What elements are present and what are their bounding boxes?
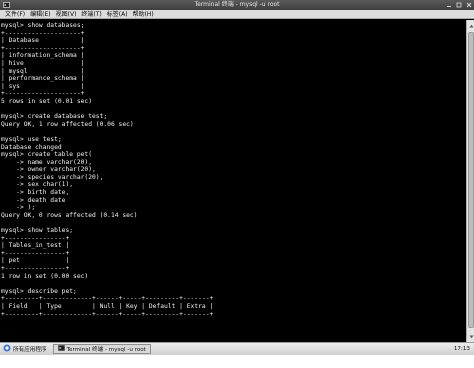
scrollbar-thumb[interactable] bbox=[468, 32, 474, 328]
terminal-line: +----------------+ bbox=[1, 234, 70, 242]
terminal-line: +--------------------+ bbox=[1, 90, 85, 98]
start-menu-label[interactable]: 所有应用程序 bbox=[13, 345, 47, 353]
apps-menu-icon[interactable] bbox=[3, 344, 11, 354]
title-bar[interactable]: Terminal 终端 - mysql -u root bbox=[0, 0, 474, 10]
terminal-line: +----------------+ bbox=[1, 249, 70, 257]
menu-terminal[interactable]: 终端(T) bbox=[79, 10, 104, 18]
terminal-app-icon[interactable] bbox=[2, 1, 10, 9]
terminal-line: | Tables_in_test | bbox=[1, 242, 70, 250]
terminal-window: Terminal 终端 - mysql -u root 文件(F) 编辑(E) … bbox=[0, 0, 474, 368]
terminal-line: | pet | bbox=[1, 257, 70, 265]
terminal-line: +--------------------+ bbox=[1, 44, 85, 52]
terminal-line: Database changed bbox=[1, 143, 62, 151]
taskbar: 所有应用程序 Terminal 终端 - mysql -u root 17:13 bbox=[0, 342, 474, 355]
terminal-line: mysql> show tables; bbox=[1, 227, 74, 235]
scroll-down-icon[interactable] bbox=[467, 332, 474, 341]
terminal-line: | information_schema | bbox=[1, 52, 85, 60]
terminal-line: mysql> show databases; bbox=[1, 22, 85, 29]
terminal-line: -> sex char(1), bbox=[1, 181, 74, 189]
window-title: Terminal 终端 - mysql -u root bbox=[194, 1, 280, 8]
terminal-line: | performance_schema | bbox=[1, 75, 85, 83]
terminal-line: | mysql | bbox=[1, 67, 85, 75]
terminal-line: -> ); bbox=[1, 204, 36, 212]
menu-help[interactable]: 帮助(H) bbox=[131, 10, 157, 18]
terminal-line: mysql> create table pet( bbox=[1, 151, 92, 159]
terminal-line: | Field | Type | Null | Key | Default | … bbox=[1, 302, 214, 310]
terminal-line: +--------------------+ bbox=[1, 29, 85, 37]
app-launcher[interactable]: 所有应用程序 bbox=[0, 344, 51, 354]
taskbar-item-terminal[interactable]: Terminal 终端 - mysql -u root bbox=[52, 344, 151, 354]
menu-tabs[interactable]: 标签(A) bbox=[105, 10, 131, 18]
terminal-line: -> owner varchar(20), bbox=[1, 166, 96, 174]
terminal-line: | Database | bbox=[1, 37, 85, 45]
terminal-task-icon bbox=[57, 345, 65, 353]
scroll-up-icon[interactable] bbox=[467, 21, 474, 30]
maximize-icon[interactable] bbox=[455, 2, 462, 9]
menu-file[interactable]: 文件(F) bbox=[3, 10, 28, 18]
taskbar-item-label: Terminal 终端 - mysql -u root bbox=[66, 347, 146, 353]
menu-bar: 文件(F) 编辑(E) 视图(V) 终端(T) 标签(A) 帮助(H) bbox=[0, 10, 474, 19]
terminal-line: -> death date bbox=[1, 196, 66, 204]
terminal-line: Query OK, 1 row affected (0.06 sec) bbox=[1, 120, 134, 128]
terminal-line: +----------------+ bbox=[1, 265, 70, 272]
terminal-line: -> name varchar(20), bbox=[1, 158, 92, 166]
terminal-line: | sys | bbox=[1, 82, 85, 90]
terminal-line: mysql> create database test; bbox=[1, 113, 108, 121]
menu-edit[interactable]: 编辑(E) bbox=[28, 10, 53, 18]
terminal-line: | hive | bbox=[1, 59, 85, 67]
terminal-line: mysql> describe pet; bbox=[1, 287, 77, 295]
scrollbar[interactable] bbox=[466, 20, 474, 342]
close-icon[interactable] bbox=[465, 2, 472, 9]
minimize-icon[interactable] bbox=[445, 2, 452, 9]
terminal-line: +---------+-------------+------+-----+--… bbox=[1, 310, 214, 318]
terminal-line: -> birth date, bbox=[1, 189, 70, 197]
terminal-line: +---------+-------------+------+-----+--… bbox=[1, 295, 214, 303]
terminal-line: 5 rows in set (0.01 sec) bbox=[1, 97, 92, 105]
bottom-strip bbox=[0, 355, 474, 368]
terminal-line: -> species varchar(20), bbox=[1, 173, 104, 181]
clock: 17:13 bbox=[453, 346, 470, 352]
terminal-line: mysql> use test; bbox=[1, 135, 62, 143]
menu-view[interactable]: 视图(V) bbox=[54, 10, 80, 18]
terminal-line: Query OK, 0 rows affected (0.14 sec) bbox=[1, 211, 138, 219]
terminal-output[interactable]: mysql> show databases; +-----------------… bbox=[0, 20, 466, 342]
terminal-line: 1 row in set (0.00 sec) bbox=[1, 272, 89, 280]
